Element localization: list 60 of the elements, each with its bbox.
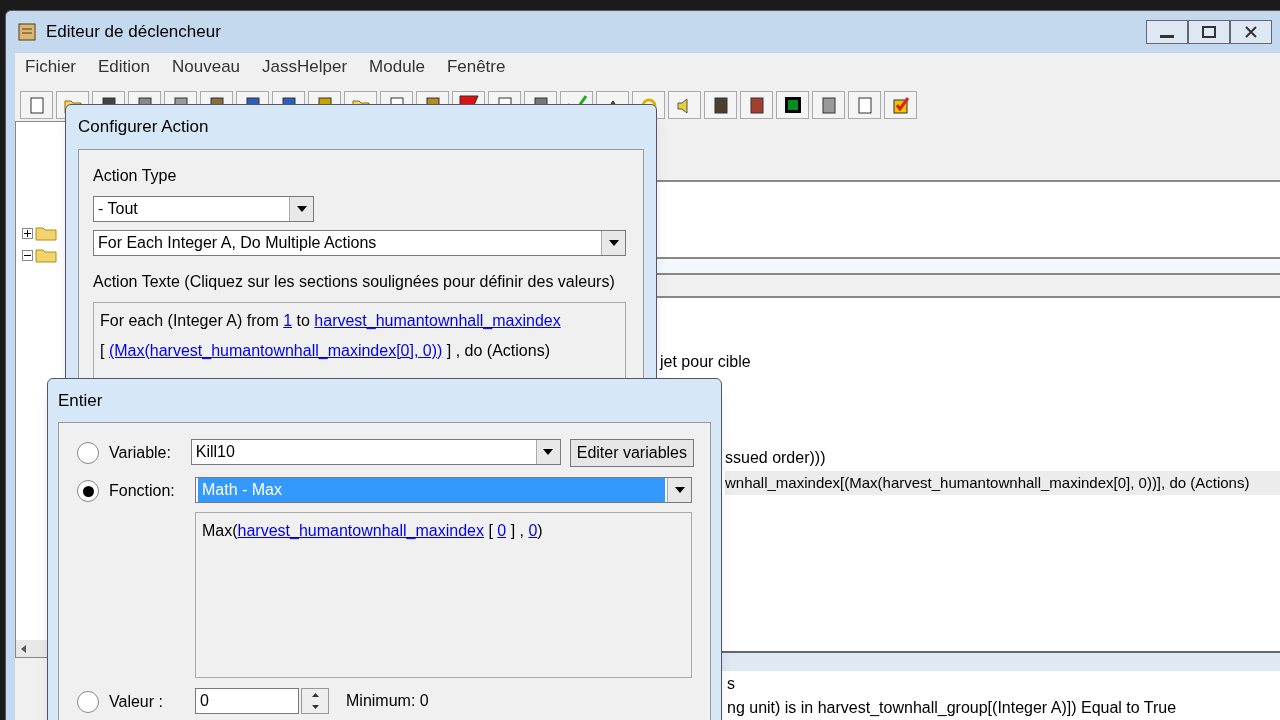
link[interactable]: harvest_humantownhall_maxindex: [314, 312, 561, 329]
category-dropdown[interactable]: - Tout: [93, 196, 314, 222]
radio-button[interactable]: [77, 442, 99, 464]
caret-icon: [296, 206, 307, 212]
minimize-icon: [1160, 35, 1174, 39]
maximize-button[interactable]: [1188, 20, 1230, 44]
radio-button[interactable]: [77, 691, 99, 713]
trigger-line[interactable]: jet pour cible: [660, 350, 1280, 374]
close-icon: [1245, 26, 1257, 38]
field-label: Action Type: [93, 166, 178, 186]
dialog-title: Entier: [58, 389, 103, 412]
link[interactable]: 1: [283, 312, 293, 329]
menu-item[interactable]: Fenêtre: [446, 54, 506, 80]
radio-label: Variable:: [109, 443, 171, 463]
folder-icon: [35, 247, 57, 263]
trigger-line[interactable]: s: [727, 675, 735, 692]
action-text-line: For each (Integer A) from 1 to harvest_humantownhall_maxindex: [100, 311, 562, 331]
checkbox-icon: [890, 95, 911, 115]
radio-label: Valeur :: [109, 692, 163, 712]
caret-icon: [674, 487, 685, 493]
down-arrow-icon: [311, 705, 319, 709]
variable-dropdown[interactable]: Kill10: [190, 439, 561, 465]
folder-icon: [35, 225, 57, 241]
function-text-line: Max(harvest_humantownhall_maxindex [ 0 ] , 0): [202, 521, 544, 541]
toolbar-button[interactable]: [704, 91, 737, 119]
edit-variables-button[interactable]: Editer variables: [569, 439, 694, 467]
expander[interactable]: [22, 249, 33, 261]
value-field[interactable]: 0: [195, 688, 299, 714]
radio-label: Fonction:: [109, 481, 175, 501]
menu-item[interactable]: Edition: [98, 54, 150, 80]
plus-icon: [24, 229, 31, 237]
menu-item[interactable]: JassHelper: [262, 54, 348, 80]
left-arrow-icon: [20, 644, 28, 653]
caret-icon: [608, 240, 619, 246]
minimize-button[interactable]: [1146, 20, 1188, 44]
dialog-title: Configurer Action: [78, 116, 209, 139]
menu-item[interactable]: Nouveau: [172, 54, 241, 80]
field-label: Action Texte (Cliquez sur les sections soulignées pour définir des valeurs): [93, 272, 616, 292]
scroll-icon: [16, 21, 38, 43]
radio-button[interactable]: [77, 480, 99, 502]
minimum-label: Minimum: 0: [346, 691, 429, 711]
link[interactable]: 0: [497, 522, 507, 539]
expander[interactable]: [22, 227, 33, 239]
maximize-icon: [1202, 26, 1216, 38]
action-text-line: [ (Max(harvest_humantownhall_maxindex[0], 0)) ] , do (Actions): [100, 341, 551, 361]
caret-icon: [543, 449, 554, 455]
close-button[interactable]: [1230, 20, 1272, 44]
link[interactable]: harvest_humantownhall_maxindex: [237, 522, 484, 539]
menu-item[interactable]: Fichier: [25, 54, 76, 80]
action-dropdown[interactable]: For Each Integer A, Do Multiple Actions: [93, 230, 626, 256]
spinner[interactable]: [301, 688, 329, 714]
toolbar-button[interactable]: [740, 91, 773, 119]
link[interactable]: (Max(harvest_humantownhall_maxindex[0], 0)): [108, 342, 443, 359]
menu-item[interactable]: Module: [369, 54, 425, 80]
trigger-line[interactable]: ssued order))): [725, 446, 1280, 470]
trigger-line[interactable]: ng unit) is in harvest_townhall_group[(Integer A)]) Equal to True: [727, 699, 1177, 716]
toolbar-button[interactable]: [776, 91, 809, 119]
monster-icon: [782, 95, 803, 115]
up-arrow-icon: [311, 693, 319, 697]
window-title: Editeur de déclencheur: [46, 21, 221, 44]
